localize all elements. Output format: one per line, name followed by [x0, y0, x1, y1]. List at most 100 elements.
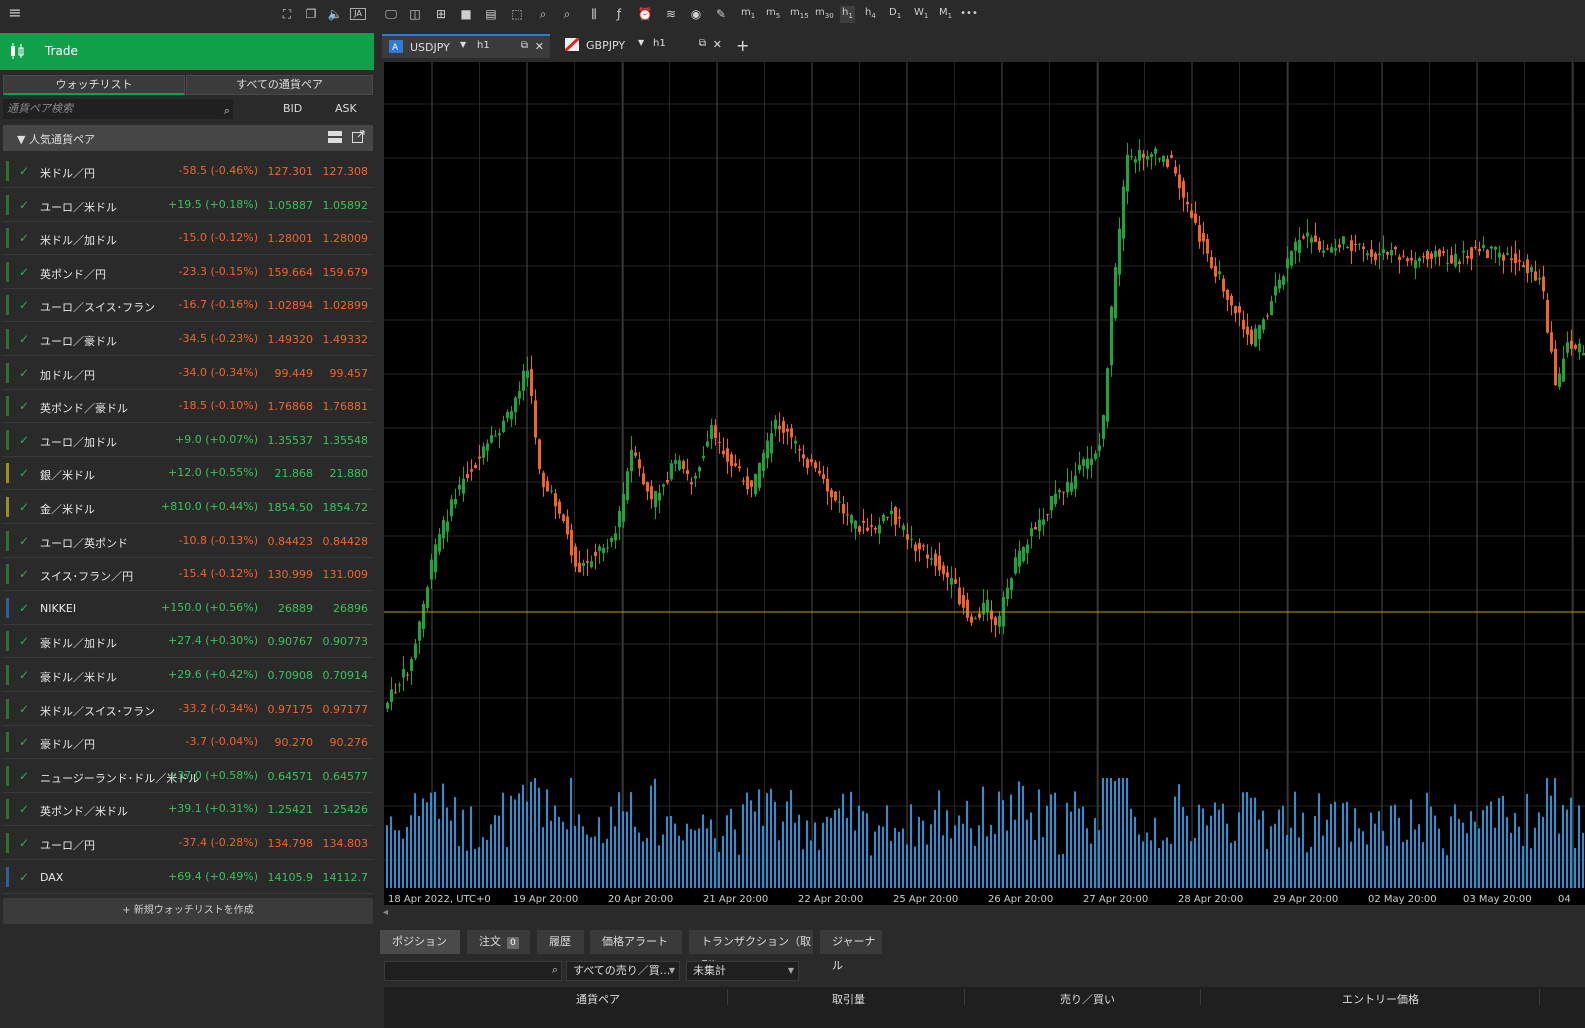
- check-icon[interactable]: ✓: [19, 534, 33, 548]
- ask-price[interactable]: 0.70914: [323, 669, 369, 682]
- position-search-input[interactable]: ⌕: [384, 961, 562, 981]
- chart-tab-usdjpy[interactable]: A USDJPY ▼ h1 ⧉ ✕: [382, 34, 550, 58]
- watchlist-row[interactable]: ✓ ニュージーランド･ドル／米ドル +37.0 (+0.58%) 0.64571 0.6…: [3, 759, 373, 793]
- check-icon[interactable]: ✓: [19, 265, 33, 279]
- watchlist-row[interactable]: ✓ ユーロ／英ポンド -10.8 (-0.13%) 0.84423 0.84428: [3, 524, 373, 558]
- bid-price[interactable]: 1.49320: [268, 333, 314, 346]
- tab-watchlist[interactable]: ウォッチリスト: [3, 75, 185, 95]
- bid-price[interactable]: 1.35537: [268, 434, 314, 447]
- watchlist-row[interactable]: ✓ 米ドル／円 -58.5 (-0.46%) 127.301 127.308: [3, 155, 373, 188]
- list-view-icon[interactable]: [328, 131, 342, 143]
- ask-price[interactable]: 1854.72: [323, 501, 369, 514]
- draw-icon[interactable]: ⬚: [508, 6, 526, 22]
- bottom-tab[interactable]: 履歴: [537, 930, 584, 954]
- bid-price[interactable]: 159.664: [268, 266, 314, 279]
- bid-price[interactable]: 1.02894: [268, 299, 314, 312]
- popout-icon[interactable]: ⧉: [521, 40, 528, 51]
- bid-price[interactable]: 0.64571: [268, 770, 314, 783]
- more-icon[interactable]: •••: [960, 6, 978, 22]
- check-icon[interactable]: ✓: [19, 870, 33, 884]
- new-watchlist-button[interactable]: + 新規ウォッチリストを作成: [3, 898, 373, 924]
- timeframe-W1[interactable]: W1: [914, 6, 928, 23]
- ask-price[interactable]: 1.05892: [323, 199, 369, 212]
- tab-all-pairs[interactable]: すべての通貨ペア: [186, 75, 373, 95]
- chart-tab-gbpjpy[interactable]: GBPJPY ▼ h1 ⧉ ✕: [558, 34, 728, 58]
- fullscreen-icon[interactable]: ⛶: [278, 6, 296, 22]
- ask-price[interactable]: 131.009: [323, 568, 369, 581]
- check-icon[interactable]: ✓: [19, 466, 33, 480]
- chart-tab-timeframe[interactable]: h1: [477, 40, 490, 51]
- ask-price[interactable]: 1.76881: [323, 400, 369, 413]
- popout-icon[interactable]: [352, 130, 365, 143]
- aggregation-select[interactable]: 未集計 ▼: [686, 961, 799, 981]
- timeframe-m15[interactable]: m15: [790, 6, 809, 23]
- column-volume[interactable]: 取引量: [832, 991, 865, 1007]
- ask-price[interactable]: 1.49332: [323, 333, 369, 346]
- bottom-tab[interactable]: ポジション0: [380, 930, 460, 973]
- watchlist-row[interactable]: ✓ 英ポンド／円 -23.3 (-0.15%) 159.664 159.679: [3, 255, 373, 289]
- draw-tool-icon[interactable]: ✎: [712, 6, 730, 22]
- bottom-tab[interactable]: ジャーナル: [820, 930, 882, 972]
- ask-price[interactable]: 99.457: [330, 367, 369, 380]
- grid-icon[interactable]: ⊞: [432, 6, 450, 22]
- screen-icon[interactable]: 🖵: [382, 6, 400, 22]
- chart-canvas[interactable]: 18 Apr 2022, UTC+0 19 Apr 20:00 20 Apr 20:…: [384, 62, 1585, 905]
- ask-price[interactable]: 127.308: [323, 165, 369, 178]
- side-filter-select[interactable]: すべての売り／買... ▼: [566, 961, 680, 981]
- bid-price[interactable]: 1.25421: [268, 803, 314, 816]
- check-icon[interactable]: ✓: [19, 164, 33, 178]
- close-icon[interactable]: ✕: [713, 38, 722, 51]
- chart-type-icon[interactable]: ⫼: [585, 6, 603, 22]
- scroll-left-icon[interactable]: ◂: [383, 907, 388, 918]
- check-icon[interactable]: ✓: [19, 702, 33, 716]
- watchlist-row[interactable]: ✓ ユーロ／加ドル +9.0 (+0.07%) 1.35537 1.35548: [3, 423, 373, 457]
- check-icon[interactable]: ✓: [19, 567, 33, 581]
- bid-price[interactable]: 134.798: [268, 837, 314, 850]
- watchlist-row[interactable]: ✓ ユーロ／スイス･フラン -16.7 (-0.16%) 1.02894 1.02899: [3, 289, 373, 323]
- column-pair[interactable]: 通貨ペア: [576, 991, 620, 1007]
- ask-price[interactable]: 0.90773: [323, 635, 369, 648]
- watchlist-row[interactable]: ✓ 金／米ドル +810.0 (+0.44%) 1854.50 1854.72: [3, 491, 373, 524]
- check-icon[interactable]: ✓: [19, 836, 33, 850]
- ask-price[interactable]: 0.97177: [323, 703, 369, 716]
- layout-icon[interactable]: ◫: [406, 6, 424, 22]
- watchlist-row[interactable]: ✓ ユーロ／豪ドル -34.5 (-0.23%) 1.49320 1.49332: [3, 323, 373, 356]
- close-icon[interactable]: ✕: [535, 40, 544, 53]
- ask-price[interactable]: 1.28009: [323, 232, 369, 245]
- bottom-tab[interactable]: 価格アラート0: [590, 930, 682, 973]
- menu-icon[interactable]: ≡: [6, 5, 24, 21]
- bid-price[interactable]: 130.999: [268, 568, 314, 581]
- column-side[interactable]: 売り／買い: [1060, 991, 1115, 1007]
- clock-icon[interactable]: ⏰: [636, 6, 654, 22]
- price-chart[interactable]: 18 Apr 2022, UTC+0 19 Apr 20:00 20 Apr 20:…: [384, 62, 1585, 905]
- ask-price[interactable]: 1.02899: [323, 299, 369, 312]
- bid-price[interactable]: 1.76868: [268, 400, 314, 413]
- check-icon[interactable]: ✓: [19, 366, 33, 380]
- watchlist-row[interactable]: ✓ 米ドル／スイス･フラン -33.2 (-0.34%) 0.97175 0.97177: [3, 692, 373, 726]
- check-icon[interactable]: ✓: [19, 802, 33, 816]
- watchlist-row[interactable]: ✓ 米ドル／加ドル -15.0 (-0.12%) 1.28001 1.28009: [3, 222, 373, 256]
- indicator-icon[interactable]: ƒ: [610, 6, 628, 22]
- ask-price[interactable]: 14112.7: [323, 871, 369, 884]
- watchlist-row[interactable]: ✓ 豪ドル／加ドル +27.4 (+0.30%) 0.90767 0.90773: [3, 625, 373, 659]
- check-icon[interactable]: ✓: [19, 198, 33, 212]
- check-icon[interactable]: ✓: [19, 399, 33, 413]
- chart-tab-timeframe[interactable]: h1: [653, 38, 666, 49]
- popout-icon[interactable]: ⧉: [699, 38, 706, 49]
- check-icon[interactable]: ✓: [19, 735, 33, 749]
- bid-price[interactable]: 26889: [278, 602, 313, 615]
- bid-price[interactable]: 21.868: [275, 467, 314, 480]
- timeframe-D1[interactable]: D1: [889, 6, 901, 23]
- layers-icon[interactable]: ≋: [662, 6, 680, 22]
- watchlist-row[interactable]: ✓ DAX +69.4 (+0.49%) 14105.9 14112.7: [3, 860, 373, 894]
- zoom-in-icon[interactable]: ⌕: [534, 6, 552, 22]
- bid-header[interactable]: BID: [283, 102, 302, 115]
- sound-icon[interactable]: 🔈: [326, 6, 344, 22]
- bid-price[interactable]: 14105.9: [268, 871, 314, 884]
- watchlist-row[interactable]: ✓ 豪ドル／米ドル +29.6 (+0.42%) 0.70908 0.70914: [3, 659, 373, 692]
- ask-price[interactable]: 159.679: [323, 266, 369, 279]
- symbol-dropdown-icon[interactable]: ▼: [638, 38, 644, 47]
- bid-price[interactable]: 0.70908: [268, 669, 314, 682]
- watchlist-row[interactable]: ✓ スイス･フラン／円 -15.4 (-0.12%) 130.999 131.009: [3, 558, 373, 592]
- bid-price[interactable]: 1854.50: [268, 501, 314, 514]
